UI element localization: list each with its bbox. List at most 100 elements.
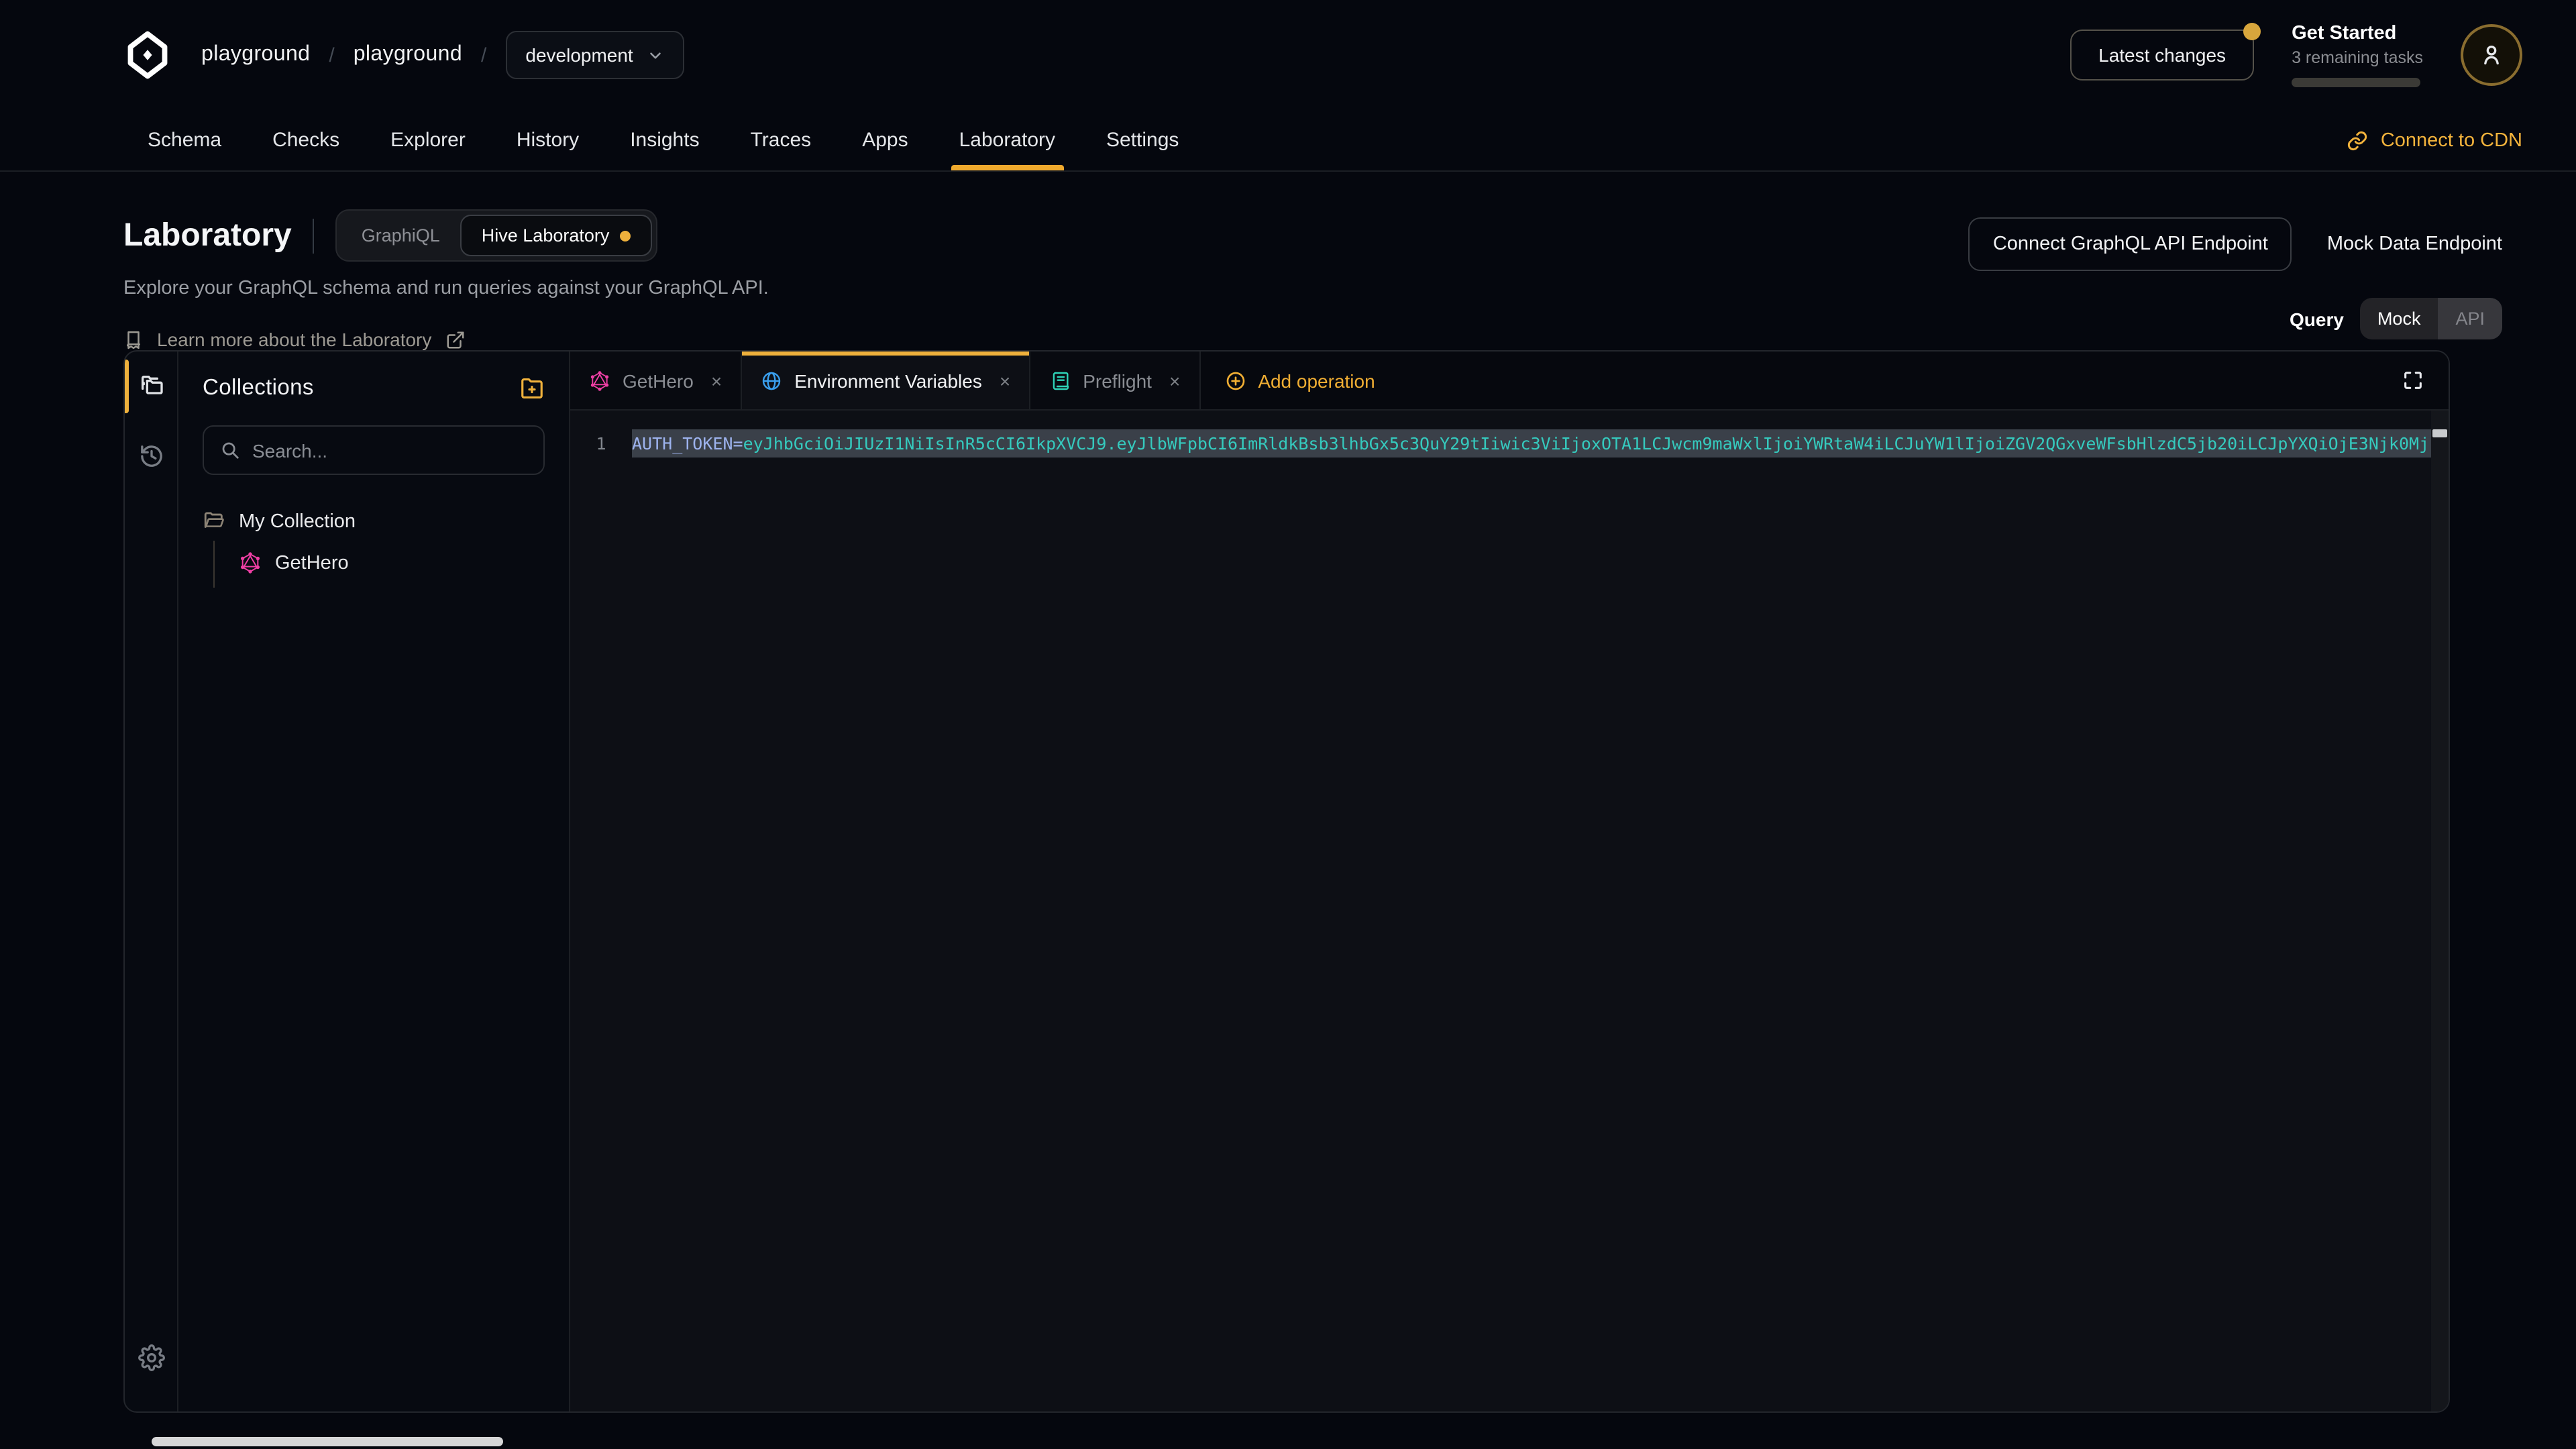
- connect-graphql-endpoint-button[interactable]: Connect GraphQL API Endpoint: [1969, 217, 2292, 271]
- collection-folder-label: My Collection: [239, 511, 356, 532]
- project-navbar: Schema Checks Explorer History Insights …: [0, 110, 2576, 172]
- latest-changes-button[interactable]: Latest changes: [2070, 30, 2254, 80]
- collections-sidebar: Collections: [178, 352, 570, 1411]
- breadcrumb-separator: /: [481, 44, 486, 66]
- globe-icon: [761, 370, 782, 391]
- query-toggle-label: Query: [2290, 308, 2344, 329]
- tab-gethero[interactable]: GetHero ×: [570, 352, 742, 409]
- breadcrumb-project[interactable]: playground: [354, 43, 462, 67]
- breadcrumb-org[interactable]: playground: [201, 43, 310, 67]
- tab-close-button[interactable]: ×: [1000, 370, 1010, 391]
- new-collection-button[interactable]: [519, 376, 545, 401]
- get-started-subtitle: 3 remaining tasks: [2292, 48, 2423, 67]
- query-toggle-api[interactable]: API: [2438, 298, 2502, 339]
- tab-close-button[interactable]: ×: [1169, 370, 1180, 391]
- tab-close-button[interactable]: ×: [711, 370, 722, 391]
- tab-environment-variables[interactable]: Environment Variables ×: [742, 352, 1030, 409]
- environment-select-value: development: [525, 44, 633, 66]
- title-divider: [313, 218, 315, 253]
- get-started-progressbar: [2292, 78, 2420, 87]
- top-header: playground / playground / development La…: [0, 0, 2576, 110]
- page-title: Laboratory: [123, 217, 292, 254]
- fullscreen-button[interactable]: [2376, 352, 2449, 409]
- nav-tab-apps[interactable]: Apps: [862, 110, 908, 170]
- add-operation-label: Add operation: [1258, 370, 1375, 391]
- latest-changes-label: Latest changes: [2098, 44, 2226, 66]
- collections-tree: My Collection GetHero: [203, 510, 545, 588]
- page-subtitle: Explore your GraphQL schema and run quer…: [123, 278, 769, 299]
- learn-more-link[interactable]: Learn more about the Laboratory: [123, 329, 769, 350]
- user-avatar[interactable]: [2461, 24, 2522, 86]
- collections-title: Collections: [203, 376, 314, 401]
- workspace: GetHero × Environment Variables × Prefl: [570, 352, 2449, 1411]
- notification-dot: [2243, 23, 2261, 40]
- search-icon: [220, 440, 240, 460]
- editor-scrollbar-track[interactable]: [2431, 411, 2449, 1411]
- query-target-toggle: Mock API: [2360, 298, 2502, 339]
- gear-icon: [138, 1344, 164, 1371]
- nav-tab-settings[interactable]: Settings: [1106, 110, 1179, 170]
- left-icon-rail: [125, 352, 178, 1411]
- history-icon: [138, 443, 164, 470]
- chevron-down-icon: [647, 46, 664, 64]
- tabbar-spacer: [1399, 352, 2376, 409]
- nav-tab-checks[interactable]: Checks: [272, 110, 339, 170]
- collections-search[interactable]: [203, 425, 545, 475]
- graphql-icon: [239, 551, 262, 574]
- collection-folder-my-collection[interactable]: My Collection: [203, 510, 545, 533]
- nav-tab-laboratory[interactable]: Laboratory: [959, 110, 1055, 170]
- editor-scrollbar-thumb[interactable]: [2432, 429, 2447, 437]
- query-toggle-mock[interactable]: Mock: [2360, 298, 2438, 339]
- operation-tabbar: GetHero × Environment Variables × Prefl: [570, 352, 2449, 411]
- operation-item-label: GetHero: [275, 552, 349, 574]
- add-operation-button[interactable]: Add operation: [1200, 352, 1399, 409]
- mock-data-endpoint-button[interactable]: Mock Data Endpoint: [2327, 233, 2502, 255]
- person-icon: [2478, 42, 2505, 68]
- breadcrumb-separator: /: [329, 44, 334, 66]
- connect-to-cdn-label: Connect to CDN: [2381, 129, 2522, 151]
- laboratory-mode-toggle: GraphiQL Hive Laboratory: [336, 209, 658, 262]
- rail-settings-button[interactable]: [125, 1323, 177, 1393]
- hive-logo-icon[interactable]: [123, 31, 172, 79]
- collections-search-input[interactable]: [252, 439, 527, 461]
- connect-to-cdn-link[interactable]: Connect to CDN: [2347, 129, 2522, 151]
- script-icon: [1049, 370, 1071, 391]
- tab-label: GetHero: [623, 370, 694, 391]
- tab-preflight[interactable]: Preflight ×: [1030, 352, 1200, 409]
- nav-tab-history[interactable]: History: [517, 110, 579, 170]
- link-icon: [2347, 129, 2369, 151]
- external-link-icon: [445, 329, 465, 350]
- tab-label: Environment Variables: [794, 370, 982, 391]
- nav-tab-insights[interactable]: Insights: [630, 110, 699, 170]
- nav-tab-traces[interactable]: Traces: [751, 110, 812, 170]
- folder-plus-icon: [519, 376, 545, 401]
- hive-laboratory-app: playground / playground / development La…: [0, 0, 2576, 1449]
- fullscreen-icon: [2401, 369, 2424, 392]
- selected-code-text: AUTH_TOKEN=eyJhbGciOiJIUzI1NiIsInR5cCI6I…: [632, 429, 2431, 458]
- tab-label: Preflight: [1083, 370, 1152, 391]
- rail-history-button[interactable]: [125, 421, 177, 491]
- mode-option-graphiql[interactable]: GraphiQL: [341, 216, 460, 255]
- nav-tab-schema[interactable]: Schema: [148, 110, 221, 170]
- get-started-widget[interactable]: Get Started 3 remaining tasks: [2292, 23, 2423, 87]
- graphql-icon: [589, 370, 610, 391]
- folder-open-icon: [203, 510, 225, 533]
- book-icon: [123, 329, 144, 350]
- env-variables-editor[interactable]: 1 AUTH_TOKEN=eyJhbGciOiJIUzI1NiIsInR5cCI…: [570, 411, 2449, 1411]
- page-horizontal-scrollbar-thumb[interactable]: [152, 1437, 503, 1446]
- collections-icon: [138, 373, 164, 400]
- rail-collections-button[interactable]: [125, 352, 177, 421]
- page-heading-section: Laboratory GraphiQL Hive Laboratory Expl…: [0, 172, 2576, 350]
- mode-option-hive-laboratory[interactable]: Hive Laboratory: [460, 215, 653, 256]
- code-line-1[interactable]: 1 AUTH_TOKEN=eyJhbGciOiJIUzI1NiIsInR5cCI…: [570, 429, 2431, 458]
- breadcrumb: playground / playground / development: [201, 31, 684, 79]
- plus-circle-icon: [1224, 370, 1246, 391]
- header-right-group: Latest changes Get Started 3 remaining t…: [2070, 23, 2522, 87]
- env-var-key: AUTH_TOKEN=: [632, 433, 743, 453]
- operation-item-gethero[interactable]: GetHero: [239, 546, 545, 580]
- env-var-value: eyJhbGciOiJIUzI1NiIsInR5cCI6IkpXVCJ9.eyJ…: [743, 433, 2431, 453]
- learn-more-label: Learn more about the Laboratory: [157, 329, 431, 350]
- nav-tab-explorer[interactable]: Explorer: [390, 110, 466, 170]
- line-number: 1: [570, 433, 632, 453]
- environment-select[interactable]: development: [505, 31, 684, 79]
